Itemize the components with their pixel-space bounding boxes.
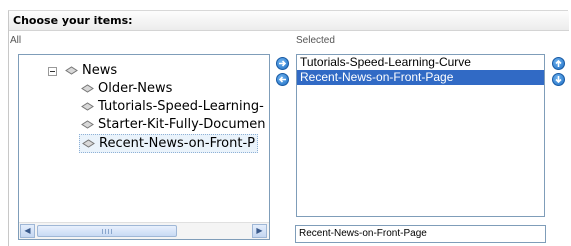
diamond-item-icon: [81, 84, 94, 93]
tree-node-label: Tutorials-Speed-Learning-: [98, 99, 264, 114]
list-item[interactable]: Recent-News-on-Front-Page: [297, 70, 544, 85]
move-up-button[interactable]: [552, 57, 565, 70]
tree-node-starter-kit[interactable]: Starter-Kit-Fully-Documen: [81, 116, 266, 133]
tree-node-label: Older-News: [98, 81, 173, 96]
selected-list[interactable]: Tutorials-Speed-Learning-Curve Recent-Ne…: [296, 54, 545, 217]
tree-node-label: Starter-Kit-Fully-Documen: [98, 117, 266, 132]
add-item-button[interactable]: [276, 57, 289, 70]
horizontal-scrollbar[interactable]: ◀ ▶: [19, 222, 269, 239]
diamond-item-icon: [65, 66, 78, 75]
tree-node-label: News: [82, 63, 118, 78]
grip-icon: [102, 229, 112, 234]
diamond-item-icon: [81, 120, 94, 129]
chevron-left-icon: ◀: [24, 226, 31, 235]
arrow-right-icon: [279, 60, 287, 67]
arrow-left-icon: [278, 76, 286, 83]
scroll-left-button[interactable]: ◀: [20, 224, 35, 238]
move-down-button[interactable]: [552, 73, 565, 86]
scroll-thumb[interactable]: [37, 225, 177, 237]
panel-header: Choose your items:: [9, 11, 569, 31]
chevron-right-icon: ▶: [256, 226, 263, 235]
panel-title: Choose your items:: [13, 14, 133, 27]
selected-value-field[interactable]: Recent-News-on-Front-Page: [295, 225, 546, 243]
selected-label: Selected: [296, 35, 335, 46]
available-tree[interactable]: News Older-News Tutorials-Speed-Learning…: [18, 54, 270, 240]
tree-node-label: Recent-News-on-Front-P: [99, 136, 255, 151]
tree-node-tutorials[interactable]: Tutorials-Speed-Learning-: [81, 98, 264, 115]
available-label: All: [10, 35, 22, 46]
remove-item-button[interactable]: [276, 73, 289, 86]
collapse-icon[interactable]: [48, 67, 57, 76]
diamond-item-icon: [81, 102, 94, 111]
arrow-up-icon: [555, 59, 562, 67]
tree-node-news[interactable]: News: [65, 62, 117, 79]
scroll-right-button[interactable]: ▶: [252, 224, 267, 238]
arrow-down-icon: [555, 76, 562, 84]
diamond-item-icon: [82, 139, 95, 148]
list-item[interactable]: Tutorials-Speed-Learning-Curve: [297, 55, 544, 70]
tree-node-older-news[interactable]: Older-News: [81, 80, 172, 97]
tree-node-recent-news[interactable]: Recent-News-on-Front-P: [79, 134, 258, 153]
